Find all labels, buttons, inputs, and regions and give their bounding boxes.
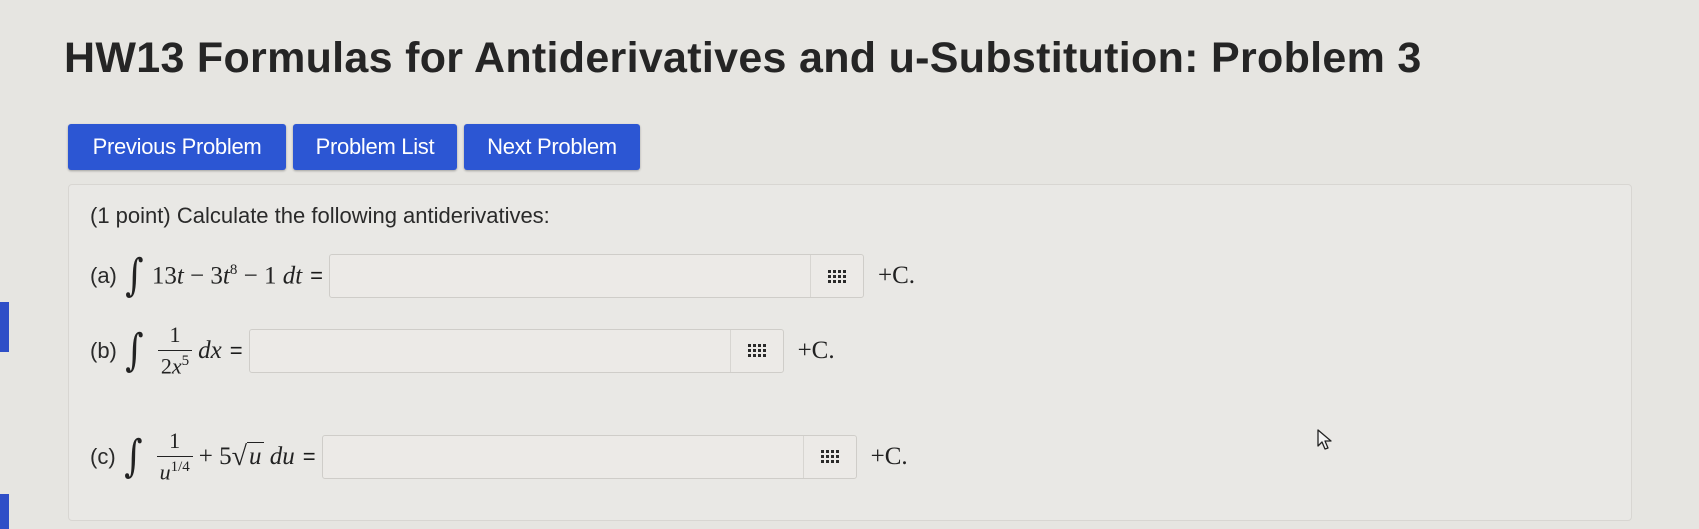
part-a-answer-input[interactable] bbox=[330, 255, 811, 297]
part-b-answer-field bbox=[248, 328, 784, 373]
part-a-expression: ∫ 13t − 3t8 − 1 dt bbox=[125, 250, 303, 301]
part-c-answer-field bbox=[321, 434, 857, 479]
part-a-row: (a) ∫ 13t − 3t8 − 1 dt = +C. bbox=[90, 250, 916, 301]
left-edge-accent bbox=[0, 494, 9, 529]
part-c-equation-editor-button[interactable] bbox=[802, 435, 856, 478]
grid-icon bbox=[828, 269, 847, 283]
problem-prompt: (1 point) Calculate the following antide… bbox=[90, 203, 550, 228]
part-b-row: (b) ∫ 1 2x5 dx = +C. bbox=[90, 322, 835, 379]
previous-problem-button[interactable]: Previous Problem bbox=[68, 124, 286, 170]
part-c-row: (c) ∫ 1 u1/4 + 5 √ u du = +C. bbox=[90, 428, 908, 485]
part-b-label: (b) bbox=[90, 337, 117, 363]
grid-icon bbox=[747, 344, 766, 358]
next-problem-button[interactable]: Next Problem bbox=[464, 124, 640, 170]
problem-navigation: Previous Problem Problem List Next Probl… bbox=[68, 124, 640, 170]
part-a-constant: +C. bbox=[878, 262, 916, 289]
part-a-equation-editor-button[interactable] bbox=[810, 255, 863, 297]
part-c-expression: ∫ 1 u1/4 + 5 √ u du bbox=[123, 428, 295, 485]
part-b-equation-editor-button[interactable] bbox=[729, 329, 783, 372]
part-b-answer-input[interactable] bbox=[249, 329, 730, 372]
left-edge-accent bbox=[0, 302, 9, 352]
grid-icon bbox=[820, 450, 839, 464]
cursor-arrow-icon bbox=[1317, 429, 1332, 450]
problem-list-button[interactable]: Problem List bbox=[293, 124, 457, 170]
part-a-answer-field bbox=[329, 254, 865, 298]
part-b-expression: ∫ 1 2x5 dx bbox=[125, 322, 222, 379]
page-title: HW13 Formulas for Antiderivatives and u-… bbox=[64, 34, 1422, 82]
part-c-constant: +C. bbox=[870, 442, 908, 470]
part-a-label: (a) bbox=[90, 263, 117, 288]
part-c-answer-input[interactable] bbox=[322, 435, 803, 478]
part-c-label: (c) bbox=[90, 443, 116, 469]
part-b-constant: +C. bbox=[797, 336, 835, 364]
